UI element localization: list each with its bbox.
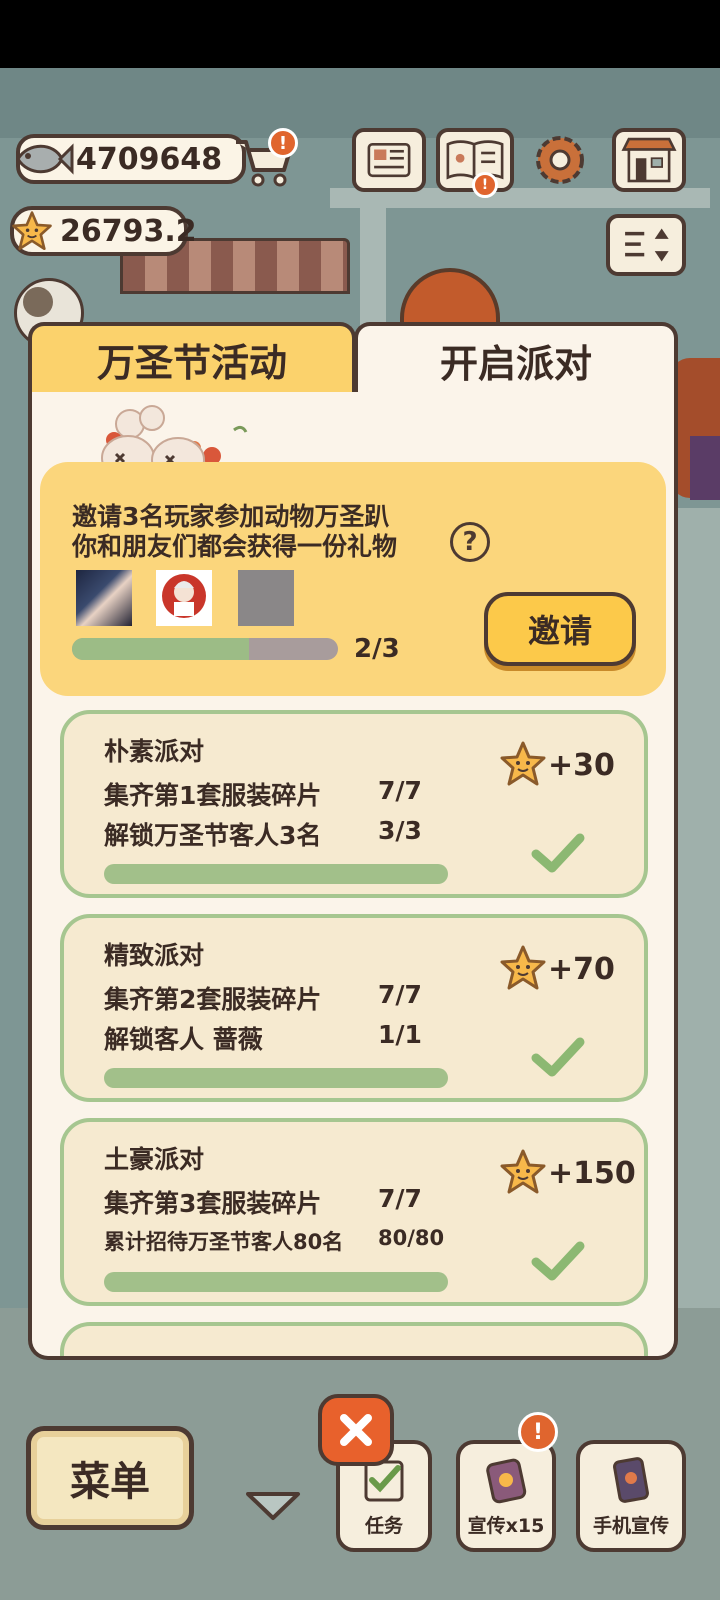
invited-friend-avatar: [76, 570, 132, 626]
book-alert-badge: !: [472, 172, 498, 198]
phone-promote-button[interactable]: 手机宣传: [576, 1440, 686, 1552]
promo-card-icon: [486, 1458, 527, 1504]
fish-amount: 4709648: [76, 141, 223, 177]
task-progress-bar: [104, 1068, 448, 1088]
task-requirement-progress: 7/7: [378, 776, 422, 805]
help-question-icon[interactable]: ?: [450, 522, 490, 562]
party-task-card: 精致派对 集齐第2套服装碎片 7/7 解锁客人 蔷薇 1/1 +70: [60, 914, 648, 1102]
task-title: 土豪派对: [104, 1145, 205, 1174]
phone-promote-button-label: 手机宣传: [592, 1515, 669, 1537]
task-requirement: 集齐第3套服装碎片: [104, 1189, 322, 1218]
task-title: 朴素派对: [104, 737, 205, 766]
task-progress-bar: [104, 864, 448, 884]
tab-halloween-label: 万圣节活动: [96, 340, 287, 385]
invite-progress-fill: [72, 638, 250, 660]
purple-sign: [690, 436, 720, 500]
shop-button[interactable]: [612, 128, 686, 192]
task-requirement-progress: 7/7: [378, 1184, 422, 1213]
invite-friends-card: 邀请3名玩家参加动物万圣趴 你和朋友们都会获得一份礼物 ? 2/3 邀请: [40, 462, 666, 696]
fish-icon: [16, 143, 74, 175]
avatar-portrait-icon: [162, 574, 206, 618]
sort-icon: [625, 228, 669, 262]
task-reward-amount: +30: [548, 748, 615, 783]
star-reward-icon: [500, 1149, 546, 1194]
task-reward-amount: +70: [548, 952, 615, 987]
task-requirement: 集齐第2套服装碎片: [104, 985, 322, 1014]
tab-halloween-event[interactable]: 万圣节活动: [28, 322, 356, 400]
close-button[interactable]: [318, 1394, 394, 1466]
party-task-card-partial: [60, 1322, 648, 1356]
wall-strip: [676, 508, 720, 1328]
invite-progress-bar: [72, 638, 338, 660]
task-requirement-progress: 3/3: [378, 816, 422, 845]
menu-button-label: 菜单: [70, 1459, 150, 1505]
invite-line-2: 你和朋友们都会获得一份礼物: [72, 532, 398, 561]
checkmark-icon: [531, 833, 585, 873]
checkmark-icon: [531, 1037, 585, 1077]
star-reward-icon: [500, 741, 546, 786]
invite-line-1: 邀请3名玩家参加动物万圣趴: [72, 502, 390, 531]
star-reward-icon: [500, 945, 546, 990]
task-requirement: 集齐第1套服装碎片: [104, 781, 322, 810]
phone-icon: [613, 1457, 649, 1503]
invite-button-label: 邀请: [527, 612, 592, 650]
event-panel: 万圣节活动 开启派对 邀请3名玩家参加动物万圣趴 你和朋友们都会获得一份礼物 ?: [28, 322, 678, 1362]
tab-start-party[interactable]: 开启派对: [354, 322, 678, 394]
tasks-button-label: 任务: [364, 1515, 403, 1537]
task-progress-bar: [104, 1272, 448, 1292]
promote-button[interactable]: 宣传x15: [456, 1440, 556, 1552]
task-requirement-progress: 1/1: [378, 1020, 422, 1049]
tab-party-label: 开启派对: [439, 341, 592, 386]
task-title: 精致派对: [104, 941, 205, 970]
invite-button[interactable]: 邀请: [484, 592, 636, 666]
star-amount: 26793.2: [60, 213, 197, 249]
settings-button[interactable]: [528, 128, 592, 192]
sort-button[interactable]: [606, 214, 686, 276]
task-requirement: 解锁客人 蔷薇: [104, 1025, 263, 1054]
task-reward-amount: +150: [548, 1156, 636, 1191]
task-requirement-progress: 7/7: [378, 980, 422, 1009]
invite-progress-count: 2/3: [354, 634, 400, 664]
promote-alert-badge: !: [518, 1412, 558, 1452]
storefront-icon: [621, 137, 677, 183]
chevron-down-icon[interactable]: [244, 1488, 302, 1522]
invited-friend-avatar: [156, 570, 212, 626]
newspaper-icon: [367, 142, 411, 178]
party-task-card: 土豪派对 集齐第3套服装碎片 7/7 累计招待万圣节客人80名 80/80 +1…: [60, 1118, 648, 1306]
panel-body: 邀请3名玩家参加动物万圣趴 你和朋友们都会获得一份礼物 ? 2/3 邀请 朴素派…: [28, 392, 678, 1360]
star-icon: [12, 211, 52, 251]
cart-alert-badge: !: [268, 128, 298, 158]
close-icon: [340, 1414, 372, 1446]
party-task-card: 朴素派对 集齐第1套服装碎片 7/7 解锁万圣节客人3名 3/3 +30: [60, 710, 648, 898]
menu-button[interactable]: 菜单: [26, 1426, 194, 1530]
newspaper-button[interactable]: [352, 128, 426, 192]
promote-button-label: 宣传x15: [467, 1515, 545, 1537]
invite-description: 邀请3名玩家参加动物万圣趴 你和朋友们都会获得一份礼物: [72, 502, 397, 562]
task-requirement: 解锁万圣节客人3名: [104, 821, 322, 850]
empty-invite-slot: [238, 570, 294, 626]
checkmark-icon: [531, 1241, 585, 1281]
task-requirement: 累计招待万圣节客人80名: [104, 1230, 344, 1254]
gear-icon: [536, 136, 584, 184]
task-requirement-progress: 80/80: [378, 1226, 445, 1250]
